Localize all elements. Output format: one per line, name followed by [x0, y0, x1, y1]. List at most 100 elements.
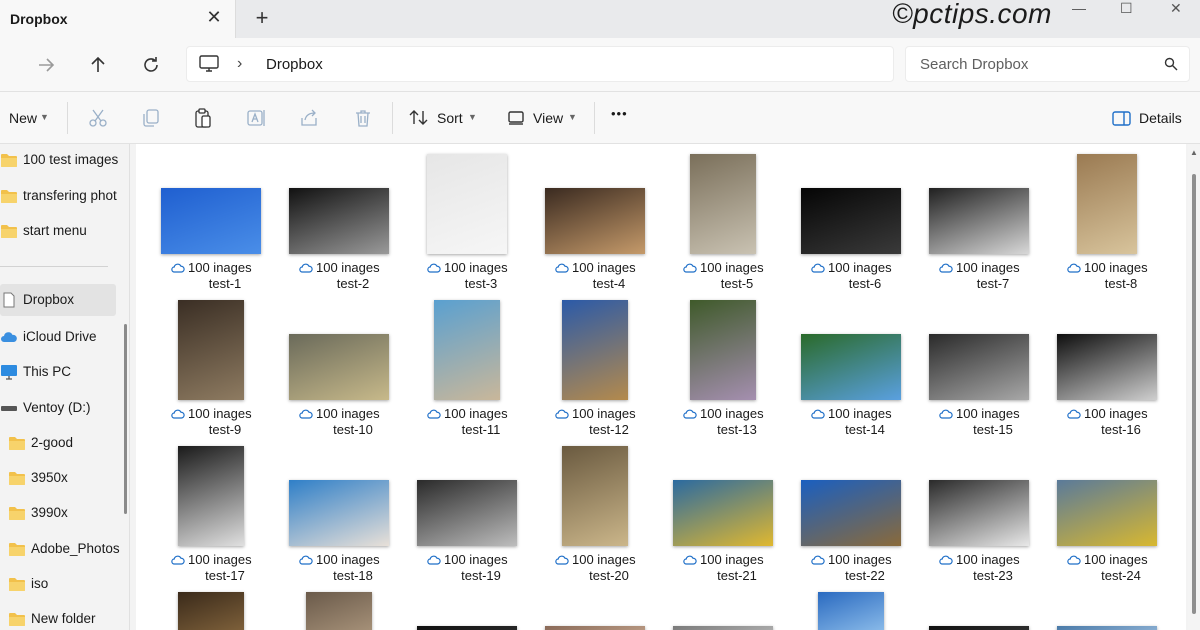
- file-tile[interactable]: 100 inages test-17: [161, 446, 289, 592]
- more-options-button[interactable]: •••: [611, 106, 628, 121]
- sidebar-item[interactable]: Ventoy (D:): [0, 392, 129, 424]
- photo-thumbnail[interactable]: [161, 188, 261, 254]
- sidebar-item[interactable]: transfering phot: [0, 180, 129, 212]
- view-button[interactable]: View: [533, 110, 563, 126]
- file-tile[interactable]: 100 inages test-20: [545, 446, 673, 592]
- chevron-down-icon[interactable]: ▼: [568, 112, 577, 122]
- file-tile[interactable]: 100 inages test-14: [801, 300, 929, 446]
- photo-thumbnail[interactable]: [929, 334, 1029, 400]
- photo-thumbnail[interactable]: [1057, 480, 1157, 546]
- photo-thumbnail[interactable]: [178, 300, 244, 400]
- copy-icon[interactable]: [140, 107, 162, 129]
- photo-thumbnail[interactable]: [673, 626, 773, 630]
- file-tile[interactable]: 100 inages test-19: [417, 446, 545, 592]
- photo-thumbnail[interactable]: [801, 188, 901, 254]
- photo-thumbnail[interactable]: [673, 480, 773, 546]
- file-tile[interactable]: 100 inages test-21: [673, 446, 801, 592]
- sidebar-item[interactable]: Dropbox: [0, 284, 116, 316]
- photo-thumbnail[interactable]: [289, 334, 389, 400]
- search-input[interactable]: Search Dropbox: [905, 46, 1190, 82]
- sidebar-item[interactable]: This PC: [0, 356, 129, 388]
- photo-thumbnail[interactable]: [427, 154, 507, 254]
- file-tile[interactable]: 100 inages test-1: [161, 154, 289, 300]
- file-tile[interactable]: 100 inages test-9: [161, 300, 289, 446]
- chevron-down-icon[interactable]: ▼: [40, 112, 49, 122]
- photo-thumbnail[interactable]: [545, 626, 645, 630]
- maximize-icon[interactable]: ☐: [1120, 0, 1133, 20]
- file-tile[interactable]: 100 inages test-8: [1057, 154, 1185, 300]
- photo-thumbnail[interactable]: [690, 154, 756, 254]
- photo-thumbnail[interactable]: [545, 188, 645, 254]
- sidebar-item[interactable]: iCloud Drive: [0, 321, 129, 353]
- photo-thumbnail[interactable]: [801, 480, 901, 546]
- file-tile[interactable]: 100 inages test-22: [801, 446, 929, 592]
- photo-thumbnail[interactable]: [929, 626, 1029, 630]
- photo-thumbnail[interactable]: [289, 188, 389, 254]
- photo-thumbnail[interactable]: [929, 480, 1029, 546]
- share-icon[interactable]: [298, 107, 320, 129]
- photo-thumbnail[interactable]: [417, 480, 517, 546]
- file-tile[interactable]: 100 inages test-24: [1057, 446, 1185, 592]
- file-tile[interactable]: 100 inages test-4: [545, 154, 673, 300]
- photo-thumbnail[interactable]: [417, 626, 517, 630]
- window-close-icon[interactable]: ✕: [1170, 0, 1182, 20]
- file-tile[interactable]: 100 inages test-7: [929, 154, 1057, 300]
- view-icon[interactable]: [506, 107, 528, 129]
- file-tile[interactable]: 100 inages test-23: [929, 446, 1057, 592]
- up-arrow-icon[interactable]: [85, 52, 111, 78]
- file-tile[interactable]: 100 inages test-3: [417, 154, 545, 300]
- file-tile[interactable]: 100 inages test-16: [1057, 300, 1185, 446]
- photo-thumbnail[interactable]: [178, 592, 244, 630]
- refresh-icon[interactable]: [138, 52, 164, 78]
- tab-dropbox[interactable]: Dropbox ✕: [0, 0, 236, 38]
- photo-thumbnail[interactable]: [929, 188, 1029, 254]
- file-tile[interactable]: 100 inages test-5: [673, 154, 801, 300]
- details-pane-icon[interactable]: [1111, 107, 1133, 129]
- photo-thumbnail[interactable]: [306, 592, 372, 630]
- photo-thumbnail[interactable]: [690, 300, 756, 400]
- new-button[interactable]: New: [9, 110, 37, 126]
- delete-icon[interactable]: [352, 107, 374, 129]
- details-button[interactable]: Details: [1139, 110, 1182, 126]
- sidebar-item[interactable]: 100 test images: [0, 144, 129, 176]
- photo-thumbnail[interactable]: [1057, 334, 1157, 400]
- scrollbar-thumb[interactable]: [1192, 174, 1196, 614]
- sidebar-item[interactable]: 3950x: [0, 462, 129, 494]
- sort-button[interactable]: Sort: [437, 110, 463, 126]
- search-icon[interactable]: [1164, 57, 1178, 76]
- breadcrumb-dropbox[interactable]: Dropbox: [266, 56, 323, 73]
- photo-thumbnail[interactable]: [562, 300, 628, 400]
- minimize-icon[interactable]: —: [1072, 0, 1086, 20]
- sidebar-item[interactable]: 2-good: [0, 427, 129, 459]
- photo-thumbnail[interactable]: [289, 480, 389, 546]
- file-tile[interactable]: 100 inages test-11: [417, 300, 545, 446]
- sidebar-item[interactable]: iso: [0, 568, 129, 600]
- file-tile[interactable]: 100 inages test-2: [289, 154, 417, 300]
- scroll-up-icon[interactable]: ▲: [1190, 148, 1198, 157]
- file-tile[interactable]: 100 inages test-15: [929, 300, 1057, 446]
- file-tile[interactable]: 100 inages test-18: [289, 446, 417, 592]
- file-tile[interactable]: 100 inages test-6: [801, 154, 929, 300]
- chevron-down-icon[interactable]: ▼: [468, 112, 477, 122]
- photo-thumbnail[interactable]: [178, 446, 244, 546]
- sort-icon[interactable]: [408, 107, 430, 129]
- new-tab-button[interactable]: +: [252, 6, 272, 30]
- tab-close-icon[interactable]: ✕: [205, 8, 223, 26]
- file-tile[interactable]: 100 inages test-10: [289, 300, 417, 446]
- file-tile[interactable]: 100 inages test-12: [545, 300, 673, 446]
- photo-thumbnail[interactable]: [818, 592, 884, 630]
- sidebar-item[interactable]: Adobe_Photos: [0, 533, 129, 565]
- sidebar-item[interactable]: 3990x: [0, 497, 129, 529]
- breadcrumb-chevron-icon[interactable]: ›: [237, 55, 242, 73]
- file-tile[interactable]: 100 inages test-13: [673, 300, 801, 446]
- rename-icon[interactable]: [245, 107, 267, 129]
- cut-icon[interactable]: [87, 107, 109, 129]
- sidebar-item[interactable]: start menu: [0, 215, 129, 247]
- sidebar-item[interactable]: New folder: [0, 603, 129, 630]
- photo-thumbnail[interactable]: [434, 300, 500, 400]
- forward-arrow-icon[interactable]: [33, 52, 59, 78]
- content-scrollbar[interactable]: ▲: [1188, 144, 1200, 630]
- photo-thumbnail[interactable]: [1057, 626, 1157, 630]
- photo-thumbnail[interactable]: [562, 446, 628, 546]
- paste-icon[interactable]: [192, 107, 214, 129]
